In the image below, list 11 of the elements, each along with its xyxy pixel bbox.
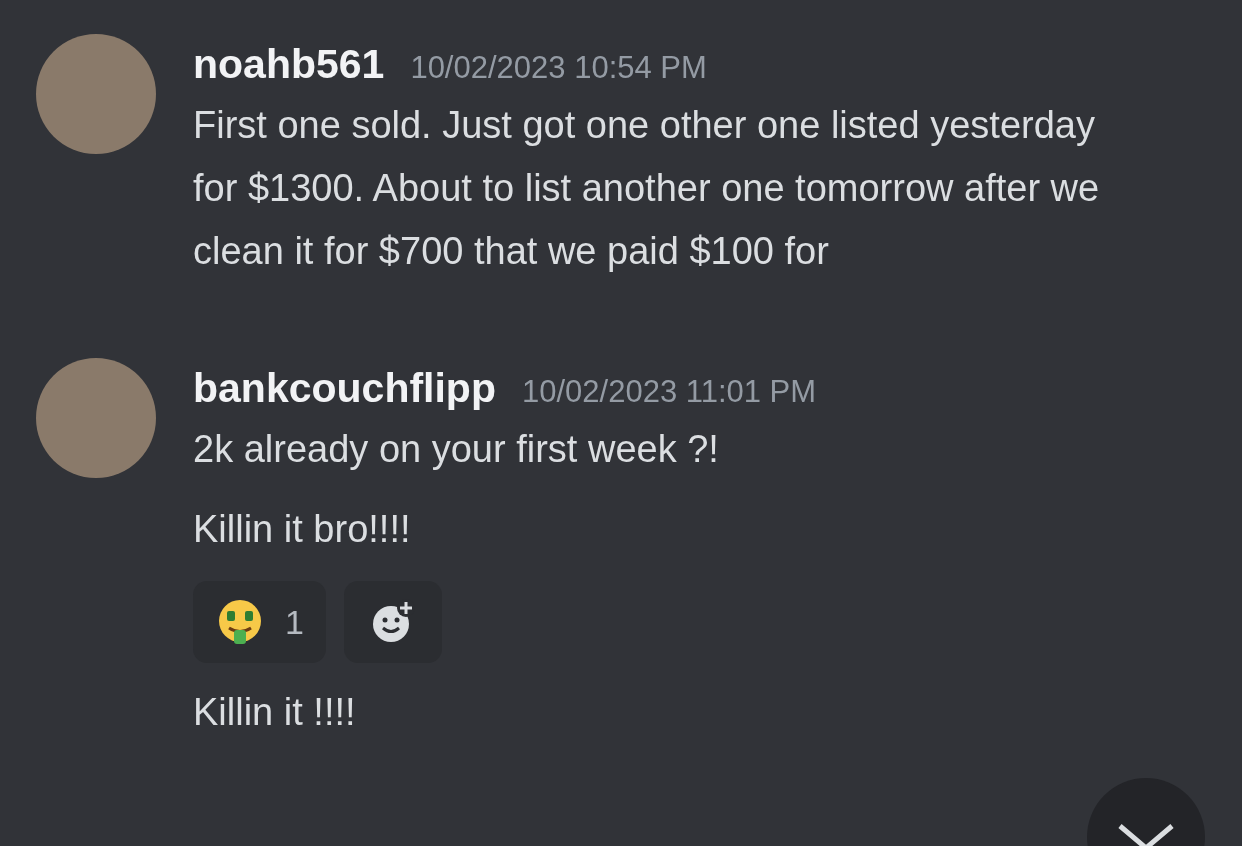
message-text: Killin it !!!!: [193, 690, 357, 735]
message-text: First one sold. Just got one other one listed yesterday for $1300. About to list another one tomorrow after we clean it for $700 that we paid $100 for: [193, 103, 1101, 274]
add-reaction-button[interactable]: [343, 581, 442, 663]
chevron-down-icon: [1116, 822, 1176, 846]
timestamp: 10/02/2023 11:01 PM: [521, 373, 817, 411]
timestamp: 10/02/2023 10:54 PM: [410, 49, 707, 87]
username[interactable]: noahb561: [193, 34, 385, 96]
username[interactable]: bankcouchflipp: [193, 358, 496, 420]
reaction-button[interactable]: 1: [193, 581, 326, 663]
message-text: Killin it bro!!!!: [193, 507, 412, 552]
message-text: 2k already on your first week ?!: [193, 427, 720, 472]
